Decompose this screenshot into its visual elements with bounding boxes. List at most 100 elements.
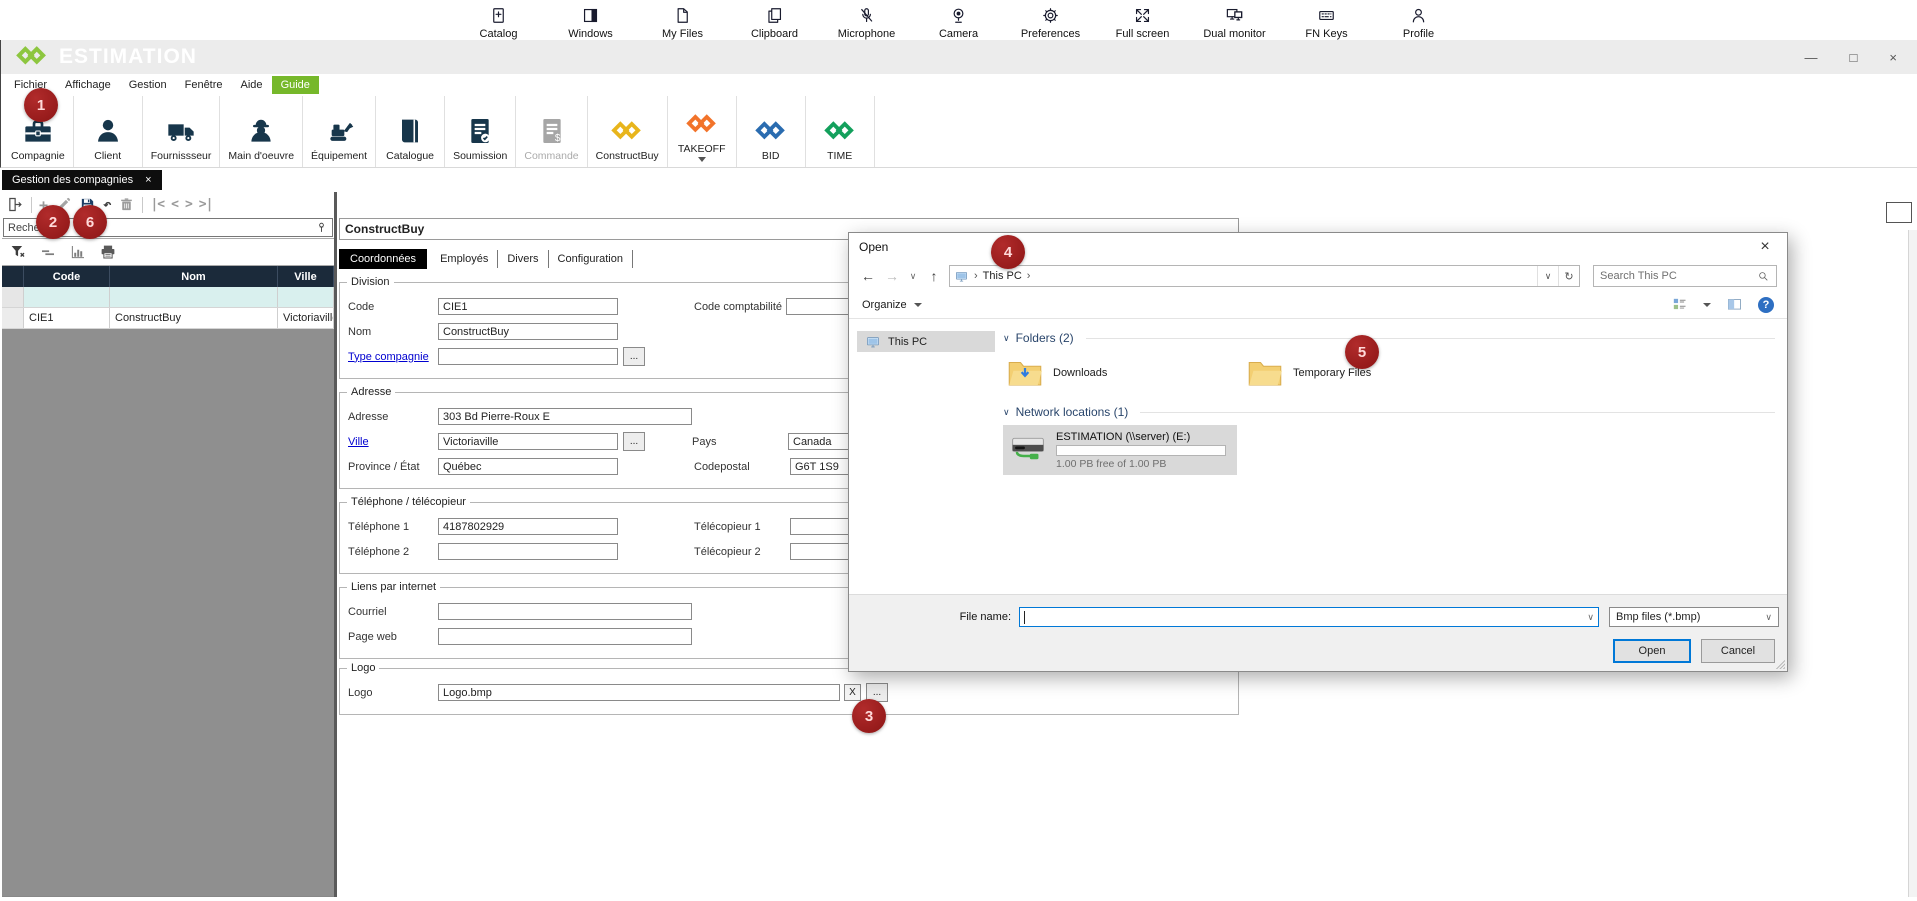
ribbon-catalogue[interactable]: Catalogue [376, 96, 445, 167]
file-name-dropdown-icon[interactable]: ∨ [1587, 612, 1594, 623]
telephone1-field[interactable]: 4187802929 [438, 518, 618, 535]
folder-downloads[interactable]: Downloads [1003, 351, 1243, 395]
dialog-title-bar[interactable]: Open × [849, 233, 1787, 261]
menu-aide[interactable]: Aide [232, 76, 272, 94]
header-ville[interactable]: Ville [278, 266, 334, 287]
menu-affichage[interactable]: Affichage [56, 76, 120, 94]
dialog-close-icon[interactable]: × [1743, 233, 1787, 261]
view-mode-icon[interactable] [1671, 296, 1688, 313]
tab-configuration[interactable]: Configuration [549, 250, 633, 268]
ribbon-bid[interactable]: BID [737, 96, 806, 167]
adresse-field[interactable]: 303 Bd Pierre-Roux E [438, 408, 692, 425]
address-bar[interactable]: › This PC › ∨ ↻ [949, 265, 1580, 287]
sys-item-windows[interactable]: Windows [555, 6, 627, 40]
collapse-chevron-icon[interactable]: ∨ [1003, 407, 1010, 418]
ribbon-time[interactable]: TIME [806, 96, 875, 167]
ribbon-equipement[interactable]: Équipement [303, 96, 376, 167]
delete-trash-icon[interactable] [118, 196, 135, 213]
pageweb-field[interactable] [438, 628, 692, 645]
ribbon-takeoff[interactable]: TAKEOFF [668, 96, 737, 167]
nav-last-button[interactable]: >| [199, 197, 213, 212]
panel-splitter[interactable] [334, 192, 337, 897]
sys-item-camera[interactable]: Camera [923, 6, 995, 40]
organize-button[interactable]: Organize [862, 299, 922, 311]
nav-this-pc[interactable]: This PC [857, 331, 995, 352]
recent-locations-icon[interactable]: ∨ [907, 271, 919, 282]
up-icon[interactable]: ↑ [925, 268, 943, 284]
tab-divers[interactable]: Divers [498, 250, 548, 268]
ribbon-main-doeuvre[interactable]: Main d'oeuvre [220, 96, 303, 167]
ribbon-constructbuy[interactable]: ConstructBuy [588, 96, 668, 167]
help-icon[interactable]: ? [1758, 297, 1774, 313]
print-icon[interactable] [99, 243, 117, 261]
ville-field[interactable]: Victoriaville [438, 433, 618, 450]
sys-item-dual-monitor[interactable]: Dual monitor [1199, 6, 1271, 40]
file-type-select[interactable]: Bmp files (*.bmp) ∨ [1609, 607, 1779, 627]
maximize-button[interactable]: □ [1850, 50, 1858, 65]
ribbon-fournisseur[interactable]: Fournissseur [143, 96, 221, 167]
sys-item-microphone[interactable]: Microphone [831, 6, 903, 40]
menu-fenetre[interactable]: Fenêtre [176, 76, 232, 94]
network-group-header[interactable]: ∨ Network locations (1) [1003, 403, 1775, 421]
address-dropdown-icon[interactable]: ∨ [1537, 266, 1558, 286]
collapse-chevron-icon[interactable]: ∨ [1003, 333, 1010, 344]
preview-pane-icon[interactable] [1726, 296, 1743, 313]
exit-icon[interactable] [7, 196, 24, 213]
floating-mini-window[interactable] [1886, 202, 1912, 223]
tab-gestion-des-compagnies[interactable]: Gestion des compagnies × [2, 170, 162, 190]
sys-item-catalog[interactable]: Catalog [463, 6, 535, 40]
table-filter-row[interactable] [2, 287, 334, 308]
filter-ville[interactable] [278, 287, 334, 307]
ville-link[interactable]: Ville [348, 436, 438, 448]
close-button[interactable]: × [1889, 50, 1897, 65]
undo-icon[interactable]: ↶ [103, 197, 111, 213]
sys-item-profile[interactable]: Profile [1383, 6, 1455, 40]
ribbon-soumission[interactable]: Soumission [445, 96, 516, 167]
forward-icon[interactable]: → [883, 268, 901, 284]
header-code[interactable]: Code [24, 266, 110, 287]
filter-clear-icon[interactable] [9, 243, 27, 261]
sys-item-preferences[interactable]: Preferences [1015, 6, 1087, 40]
sys-item-full-screen[interactable]: Full screen [1107, 6, 1179, 40]
dialog-search-input[interactable]: Search This PC [1593, 265, 1777, 287]
nav-first-button[interactable]: |< [150, 197, 164, 212]
minimize-button[interactable]: — [1805, 50, 1818, 65]
type-compagnie-field[interactable] [438, 348, 618, 365]
nav-next-button[interactable]: > [185, 197, 192, 212]
logo-field[interactable]: Logo.bmp [438, 684, 840, 701]
code-field[interactable]: CIE1 [438, 298, 618, 315]
network-drive-estimation[interactable]: ESTIMATION (\\server) (E:) 1.00 PB free … [1003, 425, 1237, 475]
type-compagnie-browse-button[interactable]: ... [623, 347, 645, 366]
ville-browse-button[interactable]: ... [623, 432, 645, 451]
province-field[interactable]: Québec [438, 458, 618, 475]
filter-nom[interactable] [110, 287, 278, 307]
sys-item-clipboard[interactable]: Clipboard [739, 6, 811, 40]
cancel-button[interactable]: Cancel [1701, 639, 1775, 663]
chart-icon[interactable] [69, 243, 87, 261]
filter-code[interactable] [24, 287, 110, 307]
type-compagnie-link[interactable]: Type compagnie [348, 351, 438, 363]
tab-close-icon[interactable]: × [145, 174, 151, 186]
file-name-input[interactable]: ∨ [1019, 607, 1599, 627]
nav-previous-button[interactable]: < [171, 197, 178, 212]
takeoff-dropdown-icon[interactable] [698, 157, 706, 162]
header-nom[interactable]: Nom [110, 266, 278, 287]
courriel-field[interactable] [438, 603, 692, 620]
view-mode-dropdown-icon[interactable] [1703, 303, 1711, 307]
resize-grip[interactable] [1775, 659, 1785, 669]
nom-field[interactable]: ConstructBuy [438, 323, 618, 340]
ribbon-client[interactable]: Client [74, 96, 143, 167]
tab-employes[interactable]: Employés [431, 250, 498, 268]
sys-item-my-files[interactable]: My Files [647, 6, 719, 40]
tab-coordonnees[interactable]: Coordonnées [339, 249, 427, 269]
menu-gestion[interactable]: Gestion [120, 76, 176, 94]
menu-guide[interactable]: Guide [272, 76, 319, 94]
pin-icon[interactable] [315, 220, 328, 235]
open-button[interactable]: Open [1613, 639, 1691, 663]
summary-rows-icon[interactable] [39, 243, 57, 261]
logo-clear-button[interactable]: X [844, 684, 861, 701]
refresh-icon[interactable]: ↻ [1558, 266, 1579, 286]
telephone2-field[interactable] [438, 543, 618, 560]
sys-item-fn-keys[interactable]: FN Keys [1291, 6, 1363, 40]
folders-group-header[interactable]: ∨ Folders (2) [1003, 329, 1775, 347]
